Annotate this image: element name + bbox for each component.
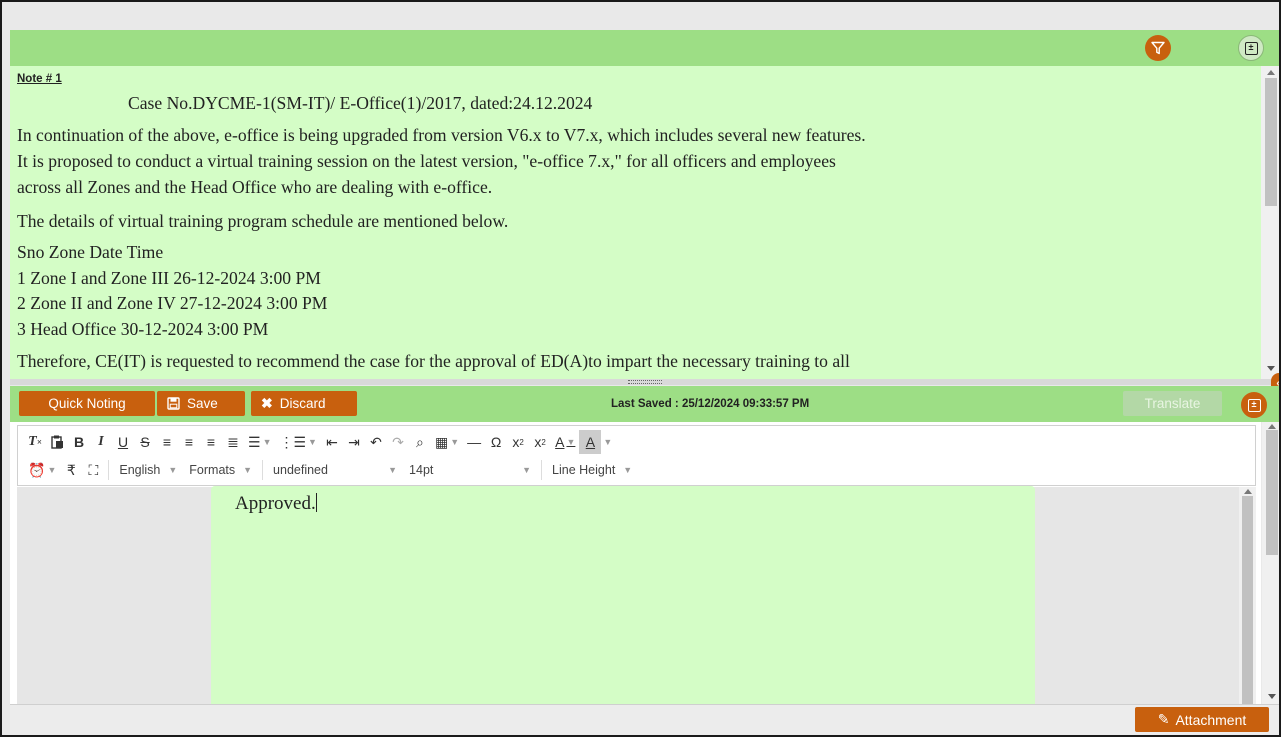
toolbar-separator [108,460,110,480]
editor-scrollbar[interactable] [1239,487,1256,704]
editor-document[interactable]: Approved. [211,486,1035,704]
schedule-intro: The details of virtual training program … [17,211,509,231]
alarm-clock-icon[interactable]: ⏰ ▼ [24,458,60,482]
align-left-icon[interactable]: ≡ [156,430,178,454]
bullet-list-icon[interactable]: ☰ ▼ [244,430,275,454]
expand-note-button[interactable]: ± [1238,35,1264,61]
discard-label: Discard [279,396,326,411]
close-icon: ✖ [261,395,273,411]
toolbar-separator [541,460,543,480]
scroll-down-arrow-icon[interactable] [1267,366,1275,371]
undo-icon[interactable]: ↶ [365,430,387,454]
note-subject: Case No.DYCME-1(SM-IT)/ E-Office(1)/2017… [128,93,593,113]
last-saved-status: Last Saved : 25/12/2024 09:33:57 PM [611,398,810,410]
editor-toolbar: T × B I U S ≡ ≡ ≡ ≣ ☰ ▼ ⋮☰ ▼ ⇤ ⇥ ↶ ↷ ⌕ ▦ ▼ —… [17,425,1256,486]
scrollbar-thumb[interactable] [1265,78,1277,206]
action-bar: Quick Noting Save ✖ Discard Last Saved :… [10,386,1279,422]
note-editor-window: ± Note # 1 Case No.DYCME-1(SM-IT)/ E-Off… [10,2,1279,735]
outdent-icon[interactable]: ⇤ [321,430,343,454]
paperclip-icon: ✎ [1157,711,1170,727]
line-height-select[interactable]: Line Height ▼ [546,458,638,482]
expand-editor-button[interactable]: ± [1241,392,1267,418]
bold-icon[interactable]: B [68,430,90,454]
language-select[interactable]: English ▼ [113,458,183,482]
toolbar-row-2: ⏰ ▼ ₹ ⛶ English ▼ Formats ▼ undefined ▼ 14pt… [24,456,638,484]
indent-icon[interactable]: ⇥ [343,430,365,454]
toolbar-row-1: T × B I U S ≡ ≡ ≡ ≣ ☰ ▼ ⋮☰ ▼ ⇤ ⇥ ↶ ↷ ⌕ ▦ ▼ —… [24,428,612,456]
note-closing: Therefore, CE(IT) is requested to recomm… [17,351,850,371]
save-button[interactable]: Save [157,391,245,416]
text-cursor [315,493,317,512]
formats-select[interactable]: Formats ▼ [183,458,258,482]
note-content-area: Note # 1 Case No.DYCME-1(SM-IT)/ E-Offic… [10,66,1261,382]
align-right-icon[interactable]: ≡ [200,430,222,454]
attachment-button[interactable]: ✎ Attachment [1135,707,1269,732]
note-scrollbar[interactable] [1261,66,1279,382]
scrollbar-thumb[interactable] [1242,496,1253,704]
font-family-select[interactable]: undefined ▼ [267,458,403,482]
note-label: Note # 1 [17,73,62,85]
floppy-disk-icon [167,397,180,410]
editor-text[interactable]: Approved. [235,493,317,515]
scroll-up-arrow-icon[interactable] [1268,424,1276,429]
note-header-bar [10,30,1279,66]
redo-icon[interactable]: ↷ [387,430,409,454]
note-paragraph: In continuation of the above, e-office i… [17,125,866,145]
schedule-row: 3 Head Office 30-12-2024 3:00 PM [17,319,269,339]
app-frame: ± Note # 1 Case No.DYCME-1(SM-IT)/ E-Off… [0,0,1281,737]
scroll-down-arrow-icon[interactable] [1268,694,1276,699]
schedule-row: 1 Zone I and Zone III 26-12-2024 3:00 PM [17,268,321,288]
table-icon[interactable]: ▦ ▼ [431,430,463,454]
italic-icon[interactable]: I [90,430,112,454]
numbered-list-icon[interactable]: ⋮☰ ▼ [275,430,320,454]
align-justify-icon[interactable]: ≣ [222,430,244,454]
clear-format-icon[interactable]: T × [24,430,46,454]
subscript-icon[interactable]: x2 [507,430,529,454]
special-character-icon[interactable]: Ω [485,430,507,454]
underline-icon[interactable]: U [112,430,134,454]
filter-button[interactable] [1145,35,1171,61]
panel-scrollbar[interactable] [1262,422,1279,704]
rupee-icon[interactable]: ₹ [60,458,82,482]
background-color-caret-icon[interactable]: ▼ [603,437,612,447]
fullscreen-icon[interactable]: ⛶ [82,458,104,482]
expand-icon: ± [1244,41,1258,55]
strikethrough-icon[interactable]: S [134,430,156,454]
quick-noting-button[interactable]: Quick Noting [19,391,155,416]
filter-icon [1151,41,1165,55]
footer-bar [10,704,1279,735]
paste-icon[interactable] [46,430,68,454]
attachment-label: Attachment [1175,711,1247,728]
text-color-icon[interactable]: A ▼ [551,430,579,454]
scrollbar-thumb[interactable] [1266,430,1278,555]
schedule-row: 2 Zone II and Zone IV 27-12-2024 3:00 PM [17,293,328,313]
translate-button[interactable]: Translate [1123,391,1222,416]
find-replace-icon[interactable]: ⌕ [409,430,431,454]
note-paragraph: across all Zones and the Head Office who… [17,177,493,197]
scroll-up-arrow-icon[interactable] [1244,489,1252,494]
splitter-grip-icon[interactable] [628,380,662,384]
horizontal-line-icon[interactable]: — [463,430,485,454]
save-label: Save [187,396,218,411]
font-size-select[interactable]: 14pt ▼ [403,458,537,482]
background-color-icon[interactable]: A [579,430,602,454]
superscript-icon[interactable]: x2 [529,430,551,454]
schedule-header: Sno Zone Date Time [17,242,164,262]
scroll-up-arrow-icon[interactable] [1267,70,1275,75]
discard-button[interactable]: ✖ Discard [251,391,357,416]
note-paragraph: It is proposed to conduct a virtual trai… [17,151,836,171]
align-center-icon[interactable]: ≡ [178,430,200,454]
toolbar-separator [262,460,264,480]
expand-icon: ± [1247,398,1261,412]
